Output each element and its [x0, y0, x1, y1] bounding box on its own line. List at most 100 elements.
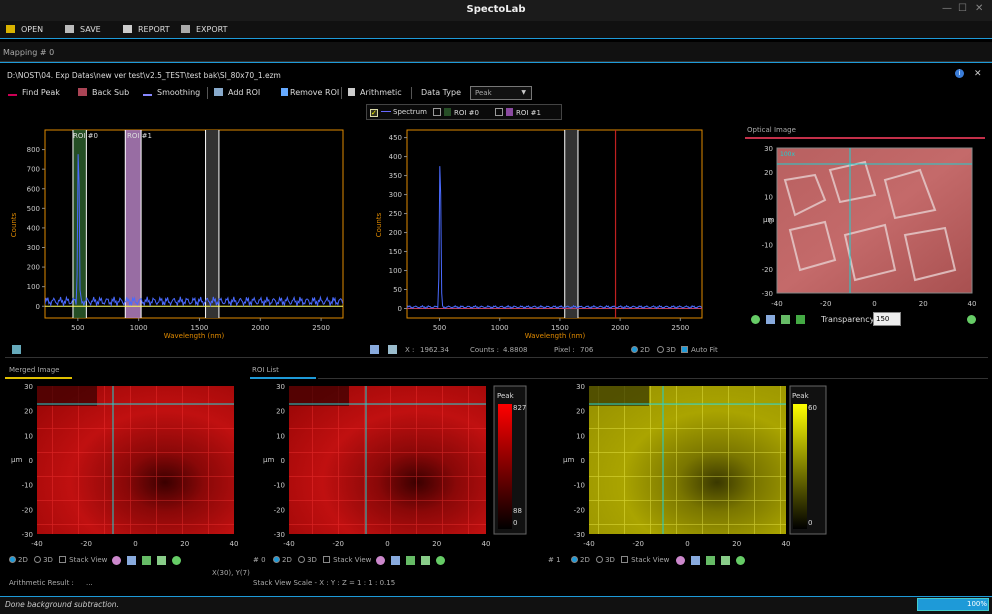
smoothing-button[interactable]: Smoothing — [143, 88, 200, 97]
chart-settings-icon[interactable] — [12, 345, 21, 354]
autofit-checkbox[interactable]: Auto Fit — [681, 346, 718, 354]
radio-3d[interactable]: 3D — [298, 556, 317, 564]
zoom-icon[interactable] — [751, 315, 760, 324]
arithmetic-button[interactable]: Arithmetic — [348, 88, 402, 97]
zoom-icon[interactable] — [736, 556, 745, 565]
roi1-colorbar-max: 60 — [808, 404, 817, 412]
close-tab-icon[interactable]: ✕ — [974, 69, 982, 79]
radio-3d-label: 3D — [605, 556, 615, 564]
export-button[interactable]: EXPORT — [181, 25, 228, 34]
add-roi-icon — [214, 88, 223, 96]
roi1-heatmap[interactable] — [589, 386, 786, 534]
palette-icon[interactable] — [676, 556, 685, 565]
heatmap-y-tick: 20 — [276, 408, 285, 416]
save-icon — [65, 25, 74, 33]
copy-icon[interactable] — [127, 556, 136, 565]
y-tick-label: 150 — [389, 248, 402, 256]
save-image-icon[interactable] — [142, 556, 151, 565]
legend-roi1-label: ROI #1 — [516, 109, 541, 117]
stack-view-checkbox[interactable]: Stack View — [323, 556, 371, 564]
radio-2d[interactable]: 2D — [631, 346, 650, 354]
optical-image[interactable] — [776, 147, 973, 294]
image-icon[interactable] — [781, 315, 790, 324]
radio-3d[interactable]: 3D — [596, 556, 615, 564]
merged-heatmap[interactable] — [37, 386, 234, 534]
heatmap-x-tick: -40 — [583, 540, 594, 548]
plot-area[interactable] — [406, 129, 703, 319]
heatmap-y-unit: μm — [263, 456, 274, 464]
chart-copy-icon[interactable] — [370, 345, 379, 354]
spectrum-chart-roi: 500 1000 1500 2000 2500 0 100 200 300 400 500 600 70… — [10, 129, 344, 340]
save-image-icon[interactable] — [706, 556, 715, 565]
counts-readout-value: 4.8808 — [503, 346, 528, 354]
merged-title-underline — [5, 377, 72, 379]
plot-area[interactable] — [44, 129, 344, 319]
radio-2d[interactable]: 2D — [9, 556, 28, 564]
heatmap-x-tick: -20 — [81, 540, 92, 548]
spectrum-legend: ✓ Spectrum ROI #0 ROI #1 — [366, 104, 562, 120]
stack-view-checkbox[interactable]: Stack View — [59, 556, 107, 564]
save-image-icon[interactable] — [406, 556, 415, 565]
autofit-label: Auto Fit — [691, 346, 718, 354]
copy-icon[interactable] — [391, 556, 400, 565]
roi0-view-controls: 2D 3D Stack View — [273, 556, 371, 564]
radio-2d-label: 2D — [282, 556, 292, 564]
report-button[interactable]: REPORT — [123, 25, 170, 34]
back-sub-button[interactable]: Back Sub — [78, 88, 129, 97]
smoothing-label: Smoothing — [157, 88, 201, 97]
stack-view-scale: Stack View Scale - X : Y : Z = 1 : 1 : 0… — [253, 579, 396, 587]
tab-mapping[interactable]: Mapping # 0 — [3, 48, 54, 57]
radio-3d[interactable]: 3D — [34, 556, 53, 564]
optical-x-tick: -20 — [820, 300, 831, 308]
x-axis-label: Wavelength (nm) — [525, 332, 586, 340]
heatmap-panels: Peak 827 88 0 Peak 60 0 -40 -20 0 20 40 30 20 1… — [11, 383, 827, 548]
roi0-heatmap[interactable] — [289, 386, 486, 534]
palette-icon[interactable] — [112, 556, 121, 565]
export-image-icon[interactable] — [421, 556, 430, 565]
heatmap-y-tick: -20 — [274, 506, 285, 514]
legend-roi0[interactable]: ROI #0 — [433, 108, 479, 117]
stack-view-label: Stack View — [333, 556, 372, 564]
range-band[interactable] — [205, 130, 219, 318]
save-button[interactable]: SAVE — [65, 25, 101, 34]
transparency-input[interactable]: 150 — [873, 312, 901, 326]
radio-3d[interactable]: 3D — [657, 346, 676, 354]
export-image-icon[interactable] — [157, 556, 166, 565]
radio-2d[interactable]: 2D — [273, 556, 292, 564]
copy-icon[interactable] — [691, 556, 700, 565]
range-band[interactable] — [564, 130, 578, 318]
heatmap-x-tick: 40 — [230, 540, 239, 548]
find-peak-button[interactable]: Find Peak — [8, 88, 60, 97]
x-tick-label: 2000 — [611, 324, 629, 332]
radio-dot — [596, 556, 604, 563]
stack-view-checkbox[interactable]: Stack View — [621, 556, 669, 564]
y-tick-label: 700 — [27, 166, 40, 174]
export-image-icon[interactable] — [721, 556, 730, 565]
legend-roi1[interactable]: ROI #1 — [495, 108, 541, 117]
roi-band[interactable] — [125, 130, 142, 318]
checkbox-roi1[interactable] — [495, 108, 503, 116]
y-tick-label: 350 — [389, 172, 402, 180]
zoom-icon[interactable] — [172, 556, 181, 565]
radio-2d[interactable]: 2D — [571, 556, 590, 564]
camera-icon[interactable] — [796, 315, 805, 324]
open-button[interactable]: OPEN — [6, 25, 43, 34]
x-readout-value: 1962.34 — [420, 346, 449, 354]
minimize-icon[interactable]: — — [942, 3, 952, 14]
toolbar-divider — [411, 87, 412, 99]
maximize-icon[interactable]: ☐ — [958, 3, 967, 14]
copy-icon[interactable] — [766, 315, 775, 324]
optical-zoom-icon[interactable] — [967, 315, 976, 324]
tab-underline — [0, 62, 992, 63]
zoom-icon[interactable] — [436, 556, 445, 565]
checkbox-roi0[interactable] — [433, 108, 441, 116]
data-type-select[interactable]: Peak ▼ — [470, 86, 532, 100]
checkbox-spectrum[interactable]: ✓ — [370, 109, 378, 117]
add-roi-button[interactable]: Add ROI — [214, 88, 260, 97]
palette-icon[interactable] — [376, 556, 385, 565]
close-window-icon[interactable]: ✕ — [975, 3, 983, 14]
info-icon[interactable]: i — [955, 69, 964, 78]
chart-save-icon[interactable] — [388, 345, 397, 354]
legend-spectrum[interactable]: ✓ Spectrum — [370, 108, 427, 117]
remove-roi-button[interactable]: Remove ROI — [281, 88, 339, 97]
